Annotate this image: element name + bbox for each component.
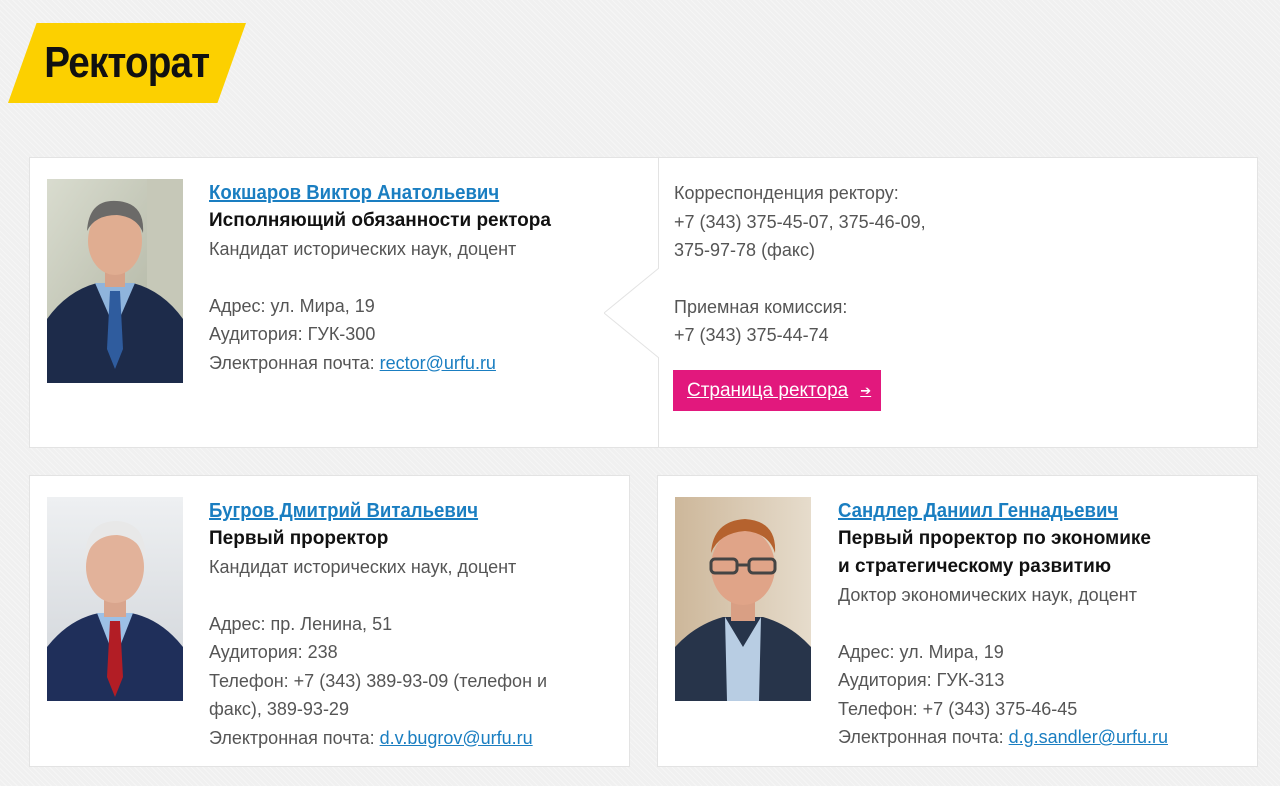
bugrov-phone-2: факс), 389-93-29 (209, 699, 349, 719)
sandler-email-link[interactable]: d.g.sandler@urfu.ru (1009, 727, 1168, 747)
sandler-role-1: Первый проректор по экономике (838, 528, 1151, 549)
rector-role: Исполняющий обязанности ректора (209, 210, 551, 231)
bugrov-photo (47, 497, 183, 701)
rector-degree: Кандидат исторических наук, доцент (209, 239, 517, 259)
bugrov-role: Первый проректор (209, 528, 389, 549)
sandler-portrait-image (675, 497, 811, 701)
rector-name-link[interactable]: Кокшаров Виктор Анатольевич (209, 179, 527, 207)
rector-photo (47, 179, 183, 383)
arrow-right-icon: ➔ (860, 382, 872, 398)
page-title-banner: Ректорат (8, 23, 246, 103)
sandler-email-label: Электронная почта: (838, 727, 1009, 747)
bugrov-room: Аудитория: 238 (209, 642, 338, 662)
rector-email-row: Электронная почта: rector@urfu.ru (209, 349, 551, 378)
bugrov-phone-1: Телефон: +7 (343) 389-93-09 (телефон и (209, 670, 548, 691)
rector-email-label: Электронная почта: (209, 352, 380, 373)
bugrov-email-row: Электронная почта: d.v.bugrov@urfu.ru (209, 724, 547, 753)
rector-room: Аудитория: ГУК-300 (209, 324, 376, 344)
sandler-photo (675, 497, 811, 701)
sandler-email-row: Электронная почта: d.g.sandler@urfu.ru (838, 723, 1168, 752)
bugrov-card: Бугров Дмитрий Витальевич Первый прорект… (29, 475, 630, 767)
sandler-phone: Телефон: +7 (343) 375-46-45 (838, 698, 1078, 719)
correspondence-label: Корреспонденция ректору: (674, 183, 899, 203)
rector-portrait-image (47, 179, 183, 383)
correspondence-phone-1: +7 (343) 375-45-07, 375-46-09, (674, 211, 926, 232)
rector-address: Адрес: ул. Мира, 19 (209, 295, 375, 316)
bugrov-portrait-image (47, 497, 183, 701)
bugrov-degree: Кандидат исторических наук, доцент (209, 557, 517, 577)
page-title: Ректорат (44, 38, 211, 87)
sandler-card: Сандлер Даниил Геннадьевич Первый прорек… (657, 475, 1258, 767)
sandler-name-link[interactable]: Сандлер Даниил Геннадьевич (838, 497, 1145, 525)
correspondence-phone-2: 375-97-78 (факс) (674, 240, 815, 260)
bugrov-address: Адрес: пр. Ленина, 51 (209, 613, 393, 634)
divider-notch (604, 268, 659, 358)
rector-page-button-label: Страница ректора (687, 379, 849, 401)
sandler-room: Аудитория: ГУК-313 (838, 670, 1005, 690)
bugrov-email-label: Электронная почта: (209, 727, 380, 748)
rector-card: Кокшаров Виктор Анатольевич Исполняющий … (29, 157, 1258, 448)
rector-page-button[interactable]: Страница ректора ➔ (673, 370, 881, 411)
sandler-address: Адрес: ул. Мира, 19 (838, 641, 1004, 662)
sandler-role-2: и стратегическому развитию (838, 556, 1112, 577)
bugrov-email-link[interactable]: d.v.bugrov@urfu.ru (380, 728, 533, 748)
sandler-degree: Доктор экономических наук, доцент (838, 585, 1137, 605)
admission-phone: +7 (343) 375-44-74 (674, 325, 829, 345)
rector-contacts: Корреспонденция ректору: +7 (343) 375-45… (674, 179, 926, 350)
admission-label: Приемная комиссия: (674, 296, 848, 317)
bugrov-name-link[interactable]: Бугров Дмитрий Витальевич (209, 497, 523, 525)
rector-email-link[interactable]: rector@urfu.ru (380, 353, 496, 373)
